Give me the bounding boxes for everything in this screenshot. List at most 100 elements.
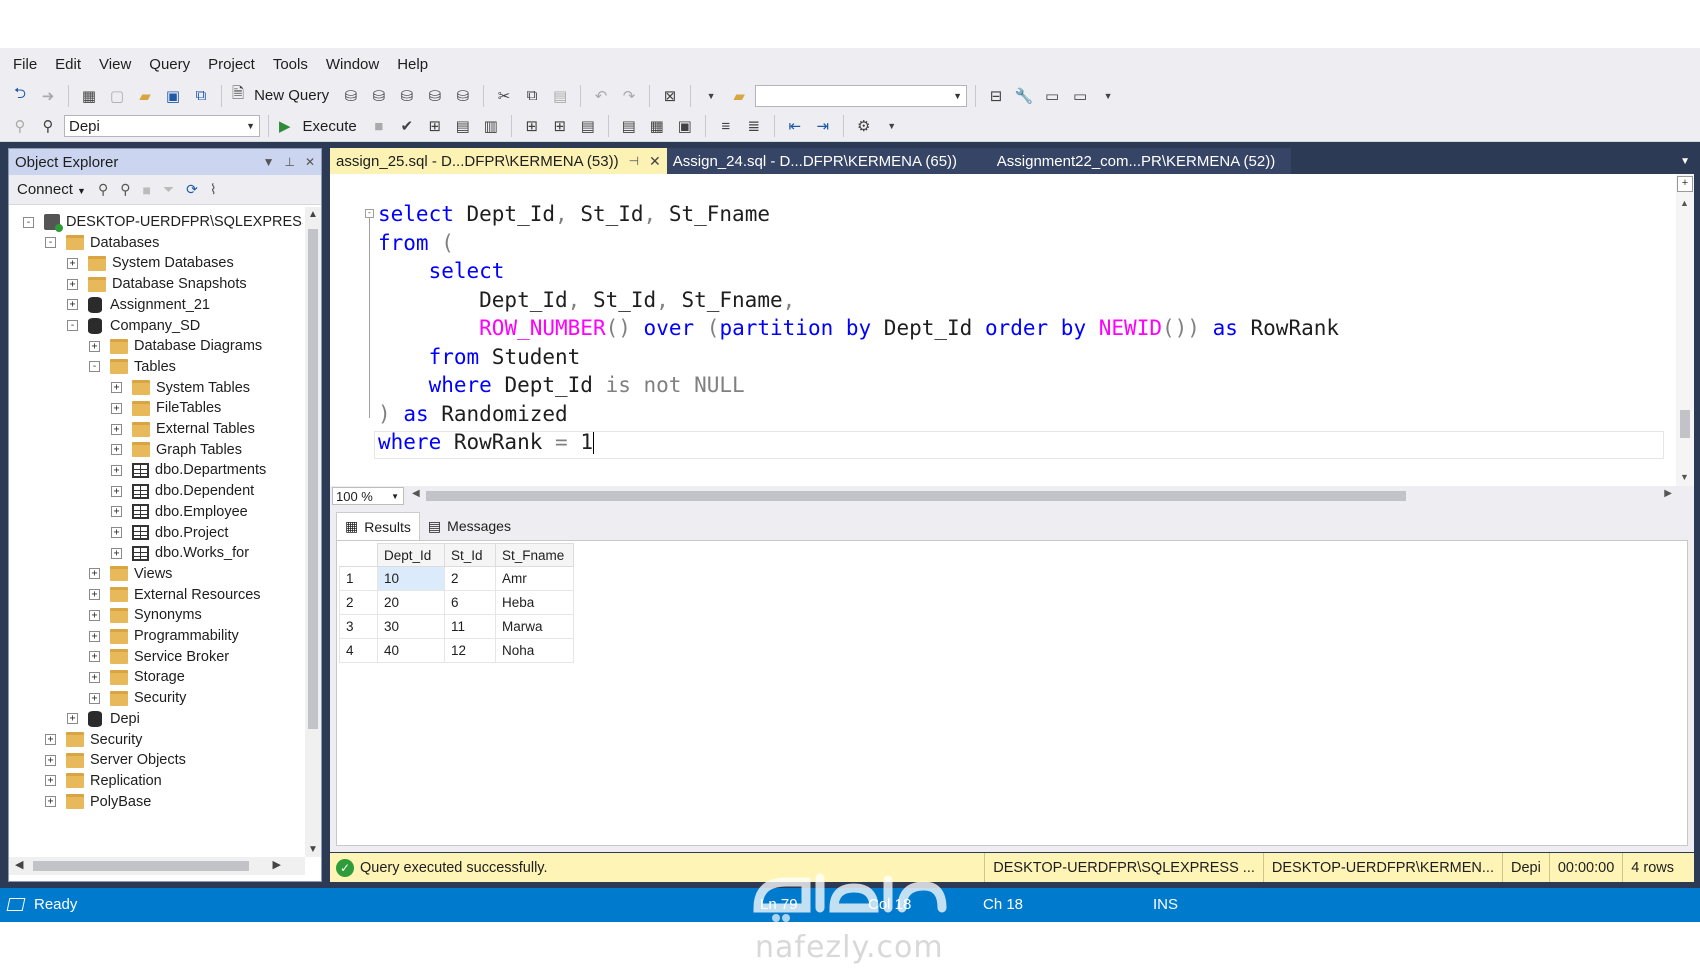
table-cell[interactable]: 2 xyxy=(444,566,496,591)
redo-icon[interactable]: ↷ xyxy=(617,84,641,108)
tree-node[interactable]: + dbo.Dependent xyxy=(111,480,254,502)
comment-icon[interactable]: ≡ xyxy=(714,114,738,138)
tree-node[interactable]: + Depi xyxy=(67,708,140,730)
new-query-button[interactable]: 🗎 New Query xyxy=(230,84,335,108)
table-cell[interactable]: 10 xyxy=(377,566,445,591)
menu-help[interactable]: Help xyxy=(388,56,437,73)
tree-node[interactable]: + Programmability xyxy=(89,625,239,647)
menu-edit[interactable]: Edit xyxy=(46,56,90,73)
expand-icon[interactable]: + xyxy=(111,402,122,414)
expand-icon[interactable]: + xyxy=(67,278,78,290)
execute-button[interactable]: ▶ Execute xyxy=(277,114,363,138)
collapse-icon[interactable]: - xyxy=(23,216,34,228)
pin-icon[interactable]: ⊥ xyxy=(284,155,294,169)
table-cell[interactable]: 30 xyxy=(377,614,445,639)
table-cell[interactable]: 11 xyxy=(444,614,496,639)
increase-indent-icon[interactable]: ⇥ xyxy=(811,114,835,138)
tree-node[interactable]: + External Tables xyxy=(111,418,255,440)
client-stats-icon[interactable]: ▤ xyxy=(576,114,600,138)
tree-node[interactable]: + Graph Tables xyxy=(111,439,242,461)
editor-vertical-scrollbar[interactable]: + ▲ ▼ xyxy=(1676,174,1694,486)
table-cell[interactable]: 40 xyxy=(377,638,445,663)
open-file-icon[interactable]: ▰ xyxy=(133,84,157,108)
scroll-thumb[interactable] xyxy=(33,861,249,871)
chevron-up-icon[interactable]: ▲ xyxy=(1680,198,1689,208)
tree-node[interactable]: - Company_SD xyxy=(67,315,200,337)
display-plan-icon[interactable]: ⊞ xyxy=(423,114,447,138)
connect-icon[interactable]: ⚲ xyxy=(8,114,32,138)
column-header[interactable]: St_Fname xyxy=(495,543,574,567)
expand-icon[interactable]: + xyxy=(111,444,122,456)
tree-node[interactable]: + dbo.Employee xyxy=(111,501,248,523)
row-number[interactable]: 2 xyxy=(339,590,378,615)
expand-icon[interactable]: + xyxy=(67,257,78,269)
collapse-icon[interactable]: - xyxy=(89,361,100,373)
expand-icon[interactable]: + xyxy=(89,568,100,580)
results-to-grid-icon[interactable]: ▦ xyxy=(645,114,669,138)
expand-icon[interactable]: + xyxy=(67,299,78,311)
expand-icon[interactable]: + xyxy=(89,671,100,683)
expand-icon[interactable]: + xyxy=(67,713,78,725)
row-number-header[interactable] xyxy=(339,543,378,567)
expand-icon[interactable]: + xyxy=(111,506,122,518)
tree-node[interactable]: + FileTables xyxy=(111,397,221,419)
close-icon[interactable]: ✕ xyxy=(649,153,661,170)
tree-node[interactable]: + Server Objects xyxy=(45,749,186,771)
tree-node[interactable]: + System Tables xyxy=(111,377,250,399)
mdx-query-icon[interactable]: ⛁ xyxy=(367,84,391,108)
back-icon[interactable]: ⮌ xyxy=(8,84,32,108)
table-cell[interactable]: 6 xyxy=(444,590,496,615)
expand-icon[interactable]: + xyxy=(45,796,56,808)
query-designer-icon[interactable]: ▤ xyxy=(451,114,475,138)
xmla-query-icon[interactable]: ⛁ xyxy=(423,84,447,108)
uncomment-icon[interactable]: ≣ xyxy=(742,114,766,138)
intellisense-icon[interactable]: ▥ xyxy=(479,114,503,138)
include-plan-icon[interactable]: ⊞ xyxy=(520,114,544,138)
results-to-file-icon[interactable]: ▣ xyxy=(673,114,697,138)
table-cell[interactable]: 12 xyxy=(444,638,496,663)
split-window-icon[interactable]: + xyxy=(1677,176,1693,192)
cut-icon[interactable]: ✂ xyxy=(492,84,516,108)
results-to-text-icon[interactable]: ▤ xyxy=(617,114,641,138)
find-in-files-icon[interactable]: ▰ xyxy=(727,84,751,108)
expand-icon[interactable]: + xyxy=(45,754,56,766)
specify-values-icon[interactable]: ⚙ xyxy=(852,114,876,138)
toolbox-icon[interactable]: ▭ xyxy=(1040,84,1064,108)
table-cell[interactable]: Noha xyxy=(495,638,574,663)
tree-node[interactable]: + Security xyxy=(89,687,186,709)
chevron-down-icon[interactable]: ▼ xyxy=(1680,472,1689,482)
expand-icon[interactable]: + xyxy=(45,775,56,787)
solution-explorer-icon[interactable]: ⊟ xyxy=(984,84,1008,108)
save-icon[interactable]: ▣ xyxy=(161,84,185,108)
expand-icon[interactable]: + xyxy=(45,734,56,745)
chevron-right-icon[interactable]: ▶ xyxy=(1664,488,1672,499)
row-number[interactable]: 1 xyxy=(339,566,378,591)
tree-node[interactable]: + Replication xyxy=(45,770,162,792)
tree-node[interactable]: + Security xyxy=(45,729,142,751)
tree-node[interactable]: - Tables xyxy=(89,356,176,378)
expand-icon[interactable]: + xyxy=(111,382,122,394)
toolbar-options-icon[interactable]: ▼ xyxy=(880,114,904,138)
scroll-thumb[interactable] xyxy=(308,229,318,729)
tree-node[interactable]: + dbo.Project xyxy=(111,522,228,544)
find-combo[interactable]: ▼ xyxy=(755,84,968,107)
tab-list-icon[interactable]: ▼ xyxy=(1680,156,1690,167)
tab-results[interactable]: ▦ Results xyxy=(336,512,420,540)
table-cell[interactable]: Amr xyxy=(495,566,574,591)
connect-dropdown[interactable]: Connect ▼ xyxy=(17,181,86,198)
zoom-combo[interactable]: 100 % ▼ xyxy=(332,487,404,505)
dax-query-icon[interactable]: ⛁ xyxy=(451,84,475,108)
expand-icon[interactable]: + xyxy=(111,527,122,538)
column-header[interactable]: Dept_Id xyxy=(377,543,445,567)
tree-node[interactable]: + Service Broker xyxy=(89,646,229,668)
save-all-icon[interactable]: ⧉ xyxy=(189,84,213,108)
tree-node[interactable]: + PolyBase xyxy=(45,791,151,813)
database-engine-query-icon[interactable]: ⛁ xyxy=(339,84,363,108)
chevron-down-icon[interactable]: ▼ xyxy=(308,844,318,855)
properties-wrench-icon[interactable]: 🔧 xyxy=(1012,84,1036,108)
tree-node[interactable]: + Database Snapshots xyxy=(67,273,247,295)
dropdown-arrow-icon[interactable]: ▼ xyxy=(699,84,723,108)
table-cell[interactable]: 20 xyxy=(377,590,445,615)
decrease-indent-icon[interactable]: ⇤ xyxy=(783,114,807,138)
tree-node[interactable]: + System Databases xyxy=(67,252,234,274)
